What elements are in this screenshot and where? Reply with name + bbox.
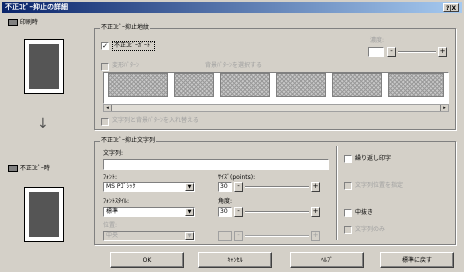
printer-icon [8,19,18,26]
position-value-box [218,231,232,241]
angle-label: 角度: [218,198,233,205]
title-bar: 不正ｺﾋﾟｰ抑止の詳細 ?|X [2,2,462,13]
angle-increase-button[interactable]: + [311,207,320,217]
size-slider[interactable]: 30 - + [218,182,322,192]
swap-label: 文字列と背景ﾊﾟﾀｰﾝを入れ替える [112,117,199,124]
size-label: ｻｲｽﾞ(points): [218,174,256,181]
text-only-label: 文字列のみ [355,226,386,233]
font-label: ﾌｫﾝﾄ: [103,174,118,181]
density-value-box [368,47,384,57]
copier-icon [8,165,18,172]
pattern-list[interactable] [103,72,449,104]
chevron-down-icon[interactable]: ▼ [185,183,194,191]
ok-button[interactable]: OK [110,252,184,268]
angle-slider[interactable]: 30 - + [218,207,322,217]
scroll-left-icon[interactable]: ◂ [104,105,112,111]
bg-pattern-hint: 背景ﾊﾟﾀｰﾝを選択する [205,62,263,69]
print-preview-label: 印刷時 [8,19,38,27]
angle-track [245,211,309,213]
font-value: MS Pｺﾞｼｯｸ [106,183,136,190]
text-only-checkbox[interactable] [344,226,352,234]
angle-value[interactable]: 30 [218,207,232,217]
angle-decrease-button[interactable]: - [234,207,243,217]
size-value[interactable]: 30 [218,182,232,192]
copy-preview-label: 不正ｺﾋﾟｰ時 [8,165,50,173]
help-close-buttons[interactable]: ?|X [443,3,459,12]
position-track [245,235,309,237]
outline-checkbox[interactable] [344,209,352,217]
copy-preview-image [24,187,64,242]
help-button[interactable]: ﾍﾙﾌﾟ [290,252,364,268]
style-value: 標準 [106,208,119,215]
swap-checkbox[interactable] [101,118,109,126]
bg-pattern-checkbox[interactable] [101,63,109,71]
cancel-button[interactable]: ｷｬﾝｾﾙ [198,252,272,268]
dialog-title: 不正ｺﾋﾟｰ抑止の詳細 [5,3,68,11]
text-position-label: 文字列位置を指定 [355,182,404,189]
string-input[interactable] [103,159,329,170]
scroll-right-icon[interactable]: ▸ [440,105,448,111]
chevron-down-icon[interactable]: ▼ [185,208,194,216]
outline-label[interactable]: 中抜き [355,209,373,217]
arrow-down-icon: ↓ [37,116,49,132]
position-slider-disabled[interactable]: - + [218,231,322,241]
preview-column: 印刷時 ↓ 不正ｺﾋﾟｰ時 [6,17,88,262]
repeat-label[interactable]: 繰り返し印字 [355,155,391,163]
density-increase-button[interactable]: + [438,47,447,57]
size-track [245,186,309,188]
pattern-option[interactable] [276,73,326,97]
vertical-divider [336,146,337,240]
position-select[interactable]: 中央 ▼ [103,231,195,241]
pattern-option[interactable] [388,73,444,97]
density-track [398,51,436,53]
position-value: 中央 [106,232,119,239]
restore-default-button[interactable]: 標準に戻す [380,252,454,268]
position-label: 位置: [103,222,118,229]
print-preview-image [24,39,64,94]
size-increase-button[interactable]: + [311,182,320,192]
copy-guard-checkbox[interactable]: ✓ [101,42,109,50]
pattern-option[interactable] [332,73,382,97]
position-decrease-button[interactable]: - [234,231,243,241]
style-label: ﾌｫﾝﾄｽﾀｲﾙ: [103,198,130,205]
bg-pattern-label: 変形ﾊﾟﾀｰﾝ [112,62,140,69]
protect-text-group [94,141,456,245]
font-select[interactable]: MS Pｺﾞｼｯｸ ▼ [103,182,195,192]
position-increase-button[interactable]: + [311,231,320,241]
pattern-option[interactable] [174,73,214,97]
repeat-checkbox[interactable] [344,155,352,163]
dialog-window: 不正ｺﾋﾟｰ抑止の詳細 ?|X 印刷時 ↓ 不正ｺﾋﾟｰ時 不正ｺﾋﾟｰ抑止地紋… [0,0,464,272]
text-position-checkbox[interactable] [344,182,352,190]
protect-pattern-group-title: 不正ｺﾋﾟｰ抑止地紋 [100,24,151,32]
density-label: 濃度: [370,37,385,44]
style-select[interactable]: 標準 ▼ [103,207,195,217]
density-slider[interactable]: - + [368,47,448,57]
copy-guard-label[interactable]: 不正ｺﾋﾟｰｶﾞｰﾄﾞ [112,41,156,51]
pattern-scrollbar[interactable]: ◂ ▸ [103,104,449,112]
chevron-down-icon[interactable]: ▼ [185,232,194,240]
pattern-option[interactable] [108,73,168,97]
protect-text-group-title: 不正ｺﾋﾟｰ抑止文字列 [100,137,157,145]
size-decrease-button[interactable]: - [234,182,243,192]
string-label: 文字列: [103,150,124,157]
density-decrease-button[interactable]: - [387,47,396,57]
pattern-option[interactable] [220,73,270,97]
